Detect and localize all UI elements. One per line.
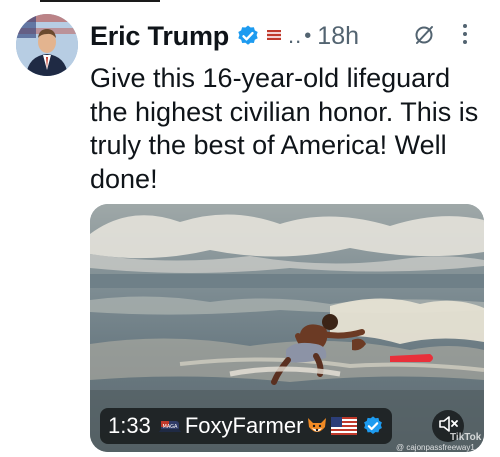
tweet-header: Eric Trump .. • 18h (90, 16, 359, 56)
tweet-text: Give this 16-year-old lifeguard the high… (90, 63, 479, 194)
verified-badge-icon (362, 415, 384, 437)
tiktok-watermark: TikTok (450, 432, 482, 443)
flag-icon (267, 29, 282, 43)
grok-icon[interactable] (413, 24, 435, 51)
tiktok-handle-watermark: @ cajonpassfreeway1 (396, 443, 475, 452)
verified-badge-icon (236, 24, 260, 48)
video-handle: FoxyFarmer (184, 413, 304, 438)
top-divider (40, 0, 160, 2)
cap-icon: MAGA (158, 415, 181, 437)
us-flag-icon (331, 417, 358, 435)
video-duration: 1:33 (108, 413, 151, 438)
more-options-icon[interactable] (460, 24, 470, 48)
timestamp[interactable]: 18h (317, 22, 359, 51)
fox-icon (305, 415, 329, 437)
svg-text:MAGA: MAGA (162, 424, 178, 430)
author-name[interactable]: Eric Trump (90, 21, 229, 52)
avatar[interactable] (16, 14, 78, 76)
separator-dot: • (304, 24, 312, 47)
video-caption-overlay: 1:33 MAGA FoxyFarmer (100, 408, 393, 444)
name-truncation: .. (288, 23, 303, 48)
avatar-image (16, 14, 78, 76)
